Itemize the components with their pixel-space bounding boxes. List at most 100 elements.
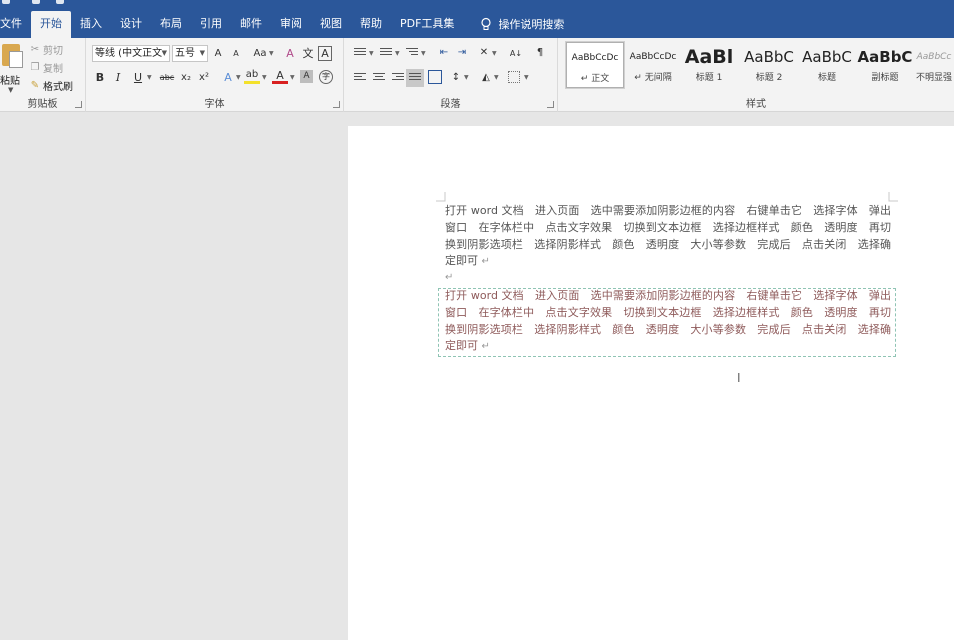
font-size-combo[interactable]: 五号 ▼ bbox=[172, 45, 208, 62]
paragraph-text: 打开 word 文档 进入页面 选中需要添加阴影边框的内容 右键单击它 选择字体… bbox=[445, 289, 891, 353]
justify-button[interactable] bbox=[406, 69, 424, 87]
change-case-button[interactable]: Aa bbox=[250, 45, 270, 62]
paragraph-mark: ↵ bbox=[481, 341, 490, 353]
style-sample: AaBbC bbox=[802, 48, 852, 66]
grow-font-button[interactable]: A bbox=[210, 45, 226, 62]
font-name-combo[interactable]: 等线 (中文正文 ▼ bbox=[92, 45, 170, 62]
subscript-button[interactable]: x₂ bbox=[178, 69, 194, 86]
strikethrough-button[interactable]: abc bbox=[158, 69, 176, 86]
tab-view[interactable]: 视图 bbox=[311, 10, 351, 38]
undo-icon[interactable] bbox=[32, 0, 40, 4]
style-normal[interactable]: AaBbCcDc ↵ 正文 bbox=[565, 41, 625, 89]
paste-button[interactable]: 粘贴 ▼ bbox=[0, 42, 24, 94]
cut-button[interactable]: ✂ 剪切 bbox=[30, 42, 63, 57]
bold-button[interactable]: B bbox=[92, 69, 108, 86]
italic-button[interactable]: I bbox=[110, 69, 126, 86]
style-title[interactable]: AaBbC 标题 bbox=[798, 42, 856, 88]
paragraph-mark: ↵ bbox=[481, 256, 490, 268]
document-paragraph-2[interactable]: 打开 word 文档 进入页面 选中需要添加阴影边框的内容 右键单击它 选择字体… bbox=[445, 288, 891, 356]
paragraph-group-label: 段落 bbox=[440, 99, 461, 110]
highlight-button[interactable]: ab bbox=[244, 69, 260, 84]
style-sample: AaBl bbox=[684, 46, 734, 68]
shading-icon[interactable]: ◭ bbox=[478, 69, 494, 86]
show-marks-icon[interactable]: ¶ bbox=[532, 44, 548, 61]
style-sample: AaBbC bbox=[857, 48, 913, 66]
character-border-button[interactable]: A bbox=[318, 46, 332, 61]
chevron-down-icon: ▼ bbox=[236, 74, 241, 81]
underline-button[interactable]: U bbox=[130, 69, 146, 86]
format-painter-button[interactable]: ✎ 格式刷 bbox=[30, 78, 73, 93]
align-right-icon[interactable] bbox=[392, 73, 404, 83]
multilevel-list-icon[interactable] bbox=[406, 48, 418, 58]
chinese-layout-icon[interactable]: ✕ bbox=[476, 44, 492, 61]
paragraph-launcher[interactable] bbox=[547, 101, 554, 108]
tab-pdf-tools[interactable]: PDF工具集 bbox=[391, 10, 463, 38]
document-paragraph-1[interactable]: 打开 word 文档 进入页面 选中需要添加阴影边框的内容 右键单击它 选择字体… bbox=[445, 203, 891, 271]
increase-indent-icon[interactable]: ⇥ bbox=[454, 44, 470, 61]
redo-icon[interactable] bbox=[56, 0, 64, 4]
numbering-icon[interactable] bbox=[380, 48, 392, 58]
styles-group: AaBbCcDc ↵ 正文 AaBbCcDc ↵ 无间隔 AaBl 标题 1 A… bbox=[558, 38, 954, 112]
font-group: 等线 (中文正文 ▼ 五号 ▼ A A Aa ▼ A 文 A B I U ▼ a… bbox=[86, 38, 344, 112]
chevron-down-icon: ▼ bbox=[8, 86, 14, 94]
superscript-button[interactable]: x² bbox=[196, 69, 212, 86]
style-subtitle[interactable]: AaBbC 副标题 bbox=[856, 42, 914, 88]
tab-layout[interactable]: 布局 bbox=[151, 10, 191, 38]
style-name: ↵ 正文 bbox=[580, 74, 610, 84]
title-bar: 文件 开始 插入 设计 布局 引用 邮件 审阅 视图 帮助 PDF工具集 操作说… bbox=[0, 0, 954, 38]
align-center-icon[interactable] bbox=[373, 73, 385, 83]
style-heading-1[interactable]: AaBl 标题 1 bbox=[682, 42, 736, 88]
style-name: 标题 1 bbox=[695, 73, 723, 83]
tab-help[interactable]: 帮助 bbox=[351, 10, 391, 38]
borders-icon[interactable] bbox=[508, 71, 520, 83]
chevron-down-icon: ▼ bbox=[395, 50, 400, 57]
font-color-button[interactable]: A bbox=[272, 69, 288, 84]
tab-review[interactable]: 审阅 bbox=[271, 10, 311, 38]
style-no-spacing[interactable]: AaBbCcDc ↵ 无间隔 bbox=[624, 42, 682, 88]
character-shading-button[interactable]: A bbox=[300, 70, 313, 83]
chevron-down-icon: ▼ bbox=[290, 74, 295, 81]
tab-design[interactable]: 设计 bbox=[111, 10, 151, 38]
margin-corner-top-right bbox=[888, 192, 898, 202]
line-spacing-icon[interactable]: ↕ bbox=[448, 69, 464, 86]
tell-me-search[interactable]: 操作说明搜索 bbox=[463, 10, 573, 38]
save-icon[interactable] bbox=[2, 0, 10, 4]
paragraph-text: 打开 word 文档 进入页面 选中需要添加阴影边框的内容 右键单击它 选择字体… bbox=[445, 204, 891, 268]
copy-button[interactable]: ❐ 复制 bbox=[30, 60, 63, 75]
shrink-font-button[interactable]: A bbox=[228, 45, 244, 62]
clipboard-launcher[interactable] bbox=[75, 101, 82, 108]
style-sample: AaBbCcDc bbox=[571, 53, 619, 63]
chevron-down-icon: ▼ bbox=[147, 74, 152, 81]
enclose-characters-button[interactable]: 字 bbox=[319, 70, 333, 84]
clear-formatting-button[interactable]: A bbox=[282, 45, 298, 62]
font-name-value: 等线 (中文正文 bbox=[95, 48, 163, 59]
tab-file[interactable]: 文件 bbox=[0, 10, 31, 38]
style-name: ↵ 无间隔 bbox=[634, 73, 672, 83]
style-name: 标题 bbox=[817, 73, 836, 83]
chevron-down-icon: ▼ bbox=[492, 50, 497, 57]
ribbon: 粘贴 ▼ ✂ 剪切 ❐ 复制 ✎ 格式刷 剪贴板 等线 (中文正文 ▼ 五号 ▼… bbox=[0, 38, 954, 112]
chevron-down-icon: ▼ bbox=[269, 50, 274, 57]
phonetic-guide-icon[interactable]: 文 bbox=[300, 45, 316, 62]
empty-paragraph[interactable]: ↵ bbox=[445, 269, 891, 287]
style-sample: AaBbCcDc bbox=[629, 52, 677, 62]
clipboard-group: 粘贴 ▼ ✂ 剪切 ❐ 复制 ✎ 格式刷 剪贴板 bbox=[0, 38, 86, 112]
tab-home[interactable]: 开始 bbox=[31, 11, 71, 38]
bullets-icon[interactable] bbox=[354, 48, 366, 58]
chevron-down-icon: ▼ bbox=[161, 49, 167, 57]
decrease-indent-icon[interactable]: ⇤ bbox=[436, 44, 452, 61]
format-painter-label: 格式刷 bbox=[43, 82, 73, 93]
copy-label: 复制 bbox=[43, 64, 63, 75]
chevron-down-icon: ▼ bbox=[369, 50, 374, 57]
tab-references[interactable]: 引用 bbox=[191, 10, 231, 38]
font-launcher[interactable] bbox=[333, 101, 340, 108]
distributed-icon[interactable] bbox=[428, 70, 442, 84]
align-left-icon[interactable] bbox=[354, 73, 366, 83]
tab-insert[interactable]: 插入 bbox=[71, 10, 111, 38]
style-subtle-emphasis[interactable]: AaBbCc 不明显强 bbox=[914, 42, 954, 88]
sort-button[interactable]: A↓ bbox=[506, 45, 526, 62]
text-effects-button[interactable]: A bbox=[220, 69, 236, 86]
document-page[interactable]: 打开 word 文档 进入页面 选中需要添加阴影边框的内容 右键单击它 选择字体… bbox=[348, 126, 954, 640]
style-heading-2[interactable]: AaBbC 标题 2 bbox=[740, 42, 798, 88]
tab-mailings[interactable]: 邮件 bbox=[231, 10, 271, 38]
